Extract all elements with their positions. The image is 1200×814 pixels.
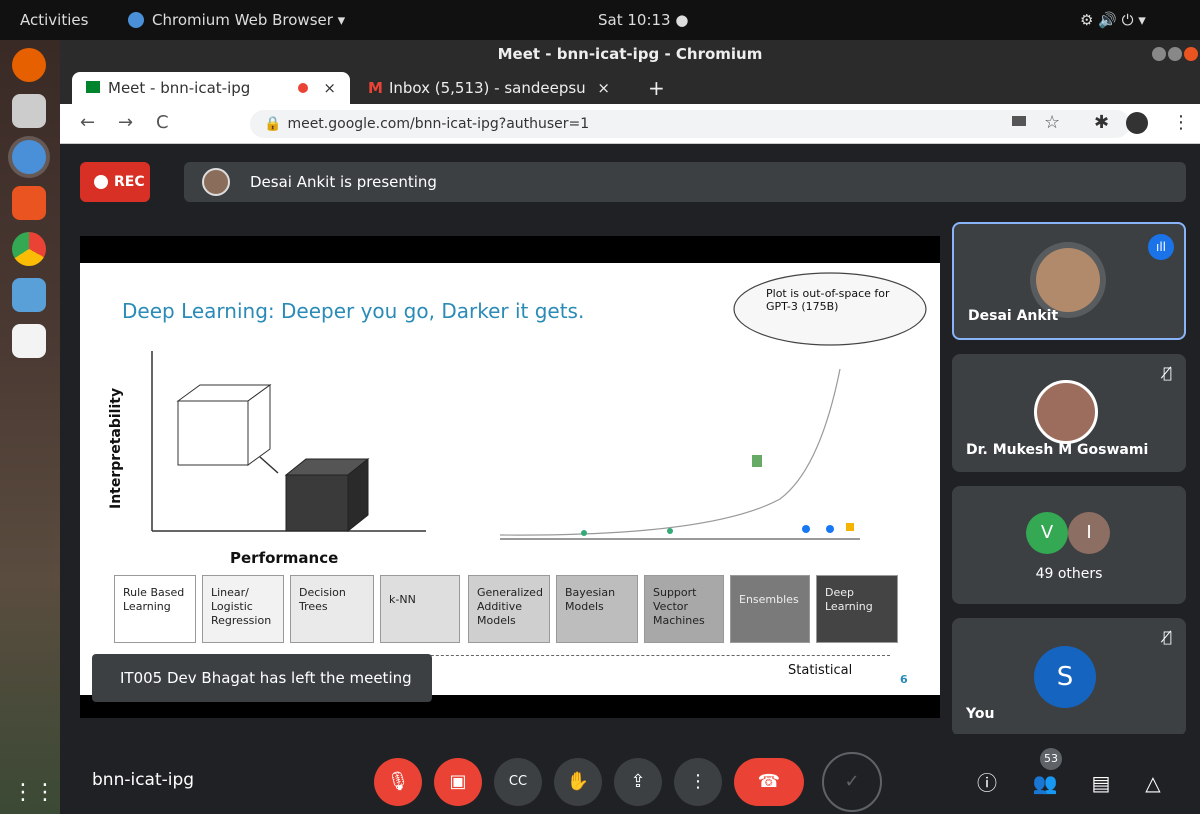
reload-icon[interactable]: C: [156, 112, 169, 133]
notification-toast: IT005 Dev Bhagat has left the meeting: [92, 654, 432, 702]
meeting-info-icon[interactable]: ⓘ: [972, 768, 1002, 798]
close-tab-icon[interactable]: ×: [323, 72, 336, 104]
chat-icon[interactable]: ▤: [1086, 768, 1116, 798]
model-cell: Support Vector Machines: [644, 575, 724, 643]
firefox-icon[interactable]: [12, 48, 46, 82]
model-cell: Bayesian Models: [556, 575, 638, 643]
you-avatar: S: [1034, 646, 1096, 708]
camera-indicator-icon[interactable]: [1012, 116, 1026, 126]
raise-hand-button[interactable]: ✋: [554, 758, 602, 806]
participant-tile-others[interactable]: V I 49 others: [952, 486, 1186, 604]
participants-count-badge: 53: [1040, 748, 1062, 770]
participant-tile-mukesh[interactable]: 🎙̸ Dr. Mukesh M Goswami: [952, 354, 1186, 472]
x-axis-label: Performance: [230, 549, 339, 567]
url-text: meet.google.com/bnn-icat-ipg?authuser=1: [287, 116, 590, 132]
lock-icon: 🔒: [264, 116, 282, 132]
meeting-code: bnn-icat-ipg: [92, 770, 195, 790]
app-menu[interactable]: Chromium Web Browser ▾: [152, 11, 345, 29]
model-cell: Rule Based Learning: [114, 575, 196, 643]
profile-icon[interactable]: [1126, 112, 1148, 134]
meet-favicon-icon: [86, 81, 100, 93]
meet-area: REC Desai Ankit is presenting Deep Learn…: [60, 144, 1200, 814]
others-count: 49 others: [1035, 566, 1103, 582]
window-title: Meet - bnn-icat-ipg - Chromium: [497, 45, 763, 63]
camera-toggle-button[interactable]: ▣: [434, 758, 482, 806]
chrome-icon[interactable]: [12, 232, 46, 266]
people-icon[interactable]: 👥: [1030, 768, 1060, 798]
model-size-plot: [499, 368, 860, 540]
mic-off-icon: 🎙̸: [1162, 364, 1172, 382]
tab-meet[interactable]: Meet - bnn-icat-ipg ×: [72, 72, 350, 104]
interpretability-axes: [151, 351, 426, 533]
bookmark-star-icon[interactable]: ☆: [1044, 112, 1060, 133]
back-icon[interactable]: ←: [80, 112, 95, 133]
tab-meet-label: Meet - bnn-icat-ipg: [108, 79, 251, 97]
maximize-icon[interactable]: [1168, 47, 1182, 61]
files-app-icon[interactable]: [12, 94, 46, 128]
participant-tile-you[interactable]: S 🎙̸ You: [952, 618, 1186, 736]
presenting-text: Desai Ankit is presenting: [250, 173, 437, 191]
tab-gmail-label: Inbox (5,513) - sandeepsu: [388, 79, 586, 97]
chromium-dock-icon[interactable]: [12, 140, 46, 174]
chromium-icon: [128, 12, 144, 28]
leave-call-button[interactable]: ☎: [734, 758, 804, 806]
cube-app-icon[interactable]: [12, 278, 46, 312]
model-cell: Generalized Additive Models: [468, 575, 550, 643]
gmail-favicon-icon: M: [368, 79, 383, 97]
more-options-button[interactable]: ⋮: [674, 758, 722, 806]
extensions-icon[interactable]: ✱: [1094, 112, 1109, 133]
activities-icon[interactable]: △: [1138, 768, 1168, 798]
presenting-banner: Desai Ankit is presenting: [184, 162, 1186, 202]
tab-gmail[interactable]: M Inbox (5,513) - sandeepsu ×: [354, 72, 624, 104]
activities-button[interactable]: Activities: [20, 11, 88, 29]
cloud-text: Plot is out-of-space for GPT-3 (175B): [766, 287, 890, 313]
y-axis-label: Interpretability: [108, 387, 124, 509]
recording-badge: REC: [80, 162, 150, 202]
presenter-avatar: [202, 168, 230, 196]
model-cell: Deep Learning: [816, 575, 898, 643]
statistical-label: Statistical: [788, 663, 853, 678]
model-cell: Linear/ Logistic Regression: [202, 575, 284, 643]
speaking-indicator-icon: ıll: [1148, 234, 1174, 260]
participant-avatar: [1036, 248, 1100, 312]
close-window-icon[interactable]: [1184, 47, 1198, 61]
slide-title: Deep Learning: Deeper you go, Darker it …: [122, 299, 585, 323]
close-tab-icon[interactable]: ×: [597, 72, 610, 104]
slide-page-number: 6: [900, 673, 908, 686]
model-cell: Ensembles: [730, 575, 810, 643]
model-cell: Decision Trees: [290, 575, 374, 643]
captions-button[interactable]: CC: [494, 758, 542, 806]
system-status-icons[interactable]: ⚙ 🔊 ⏻ ▾: [1080, 11, 1146, 29]
others-avatar-i: I: [1068, 512, 1110, 554]
screenshot-app-icon[interactable]: [12, 324, 46, 358]
participant-name: You: [966, 706, 995, 722]
address-bar[interactable]: 🔒 meet.google.com/bnn-icat-ipg?authuser=1: [250, 110, 1130, 138]
new-tab-icon[interactable]: +: [648, 72, 665, 104]
dock: ⋮⋮: [0, 40, 60, 814]
participant-avatar: [1034, 380, 1098, 444]
tab-strip: Meet - bnn-icat-ipg × M Inbox (5,513) - s…: [60, 68, 1200, 104]
model-cell: k-NN: [380, 575, 460, 643]
chrome-menu-icon[interactable]: ⋮: [1172, 112, 1190, 133]
clock[interactable]: Sat 10:13 ●: [598, 11, 688, 29]
window-title-bar: Meet - bnn-icat-ipg - Chromium: [60, 40, 1200, 68]
presentation-stage: Deep Learning: Deeper you go, Darker it …: [80, 236, 940, 718]
present-screen-button[interactable]: ⇪: [614, 758, 662, 806]
show-apps-grid-icon[interactable]: ⋮⋮: [12, 776, 56, 810]
recording-dot-icon: [298, 83, 308, 93]
participant-name: Desai Ankit: [968, 308, 1059, 324]
software-store-icon[interactable]: [12, 186, 46, 220]
others-avatar-v: V: [1026, 512, 1068, 554]
meeting-controls-bar: bnn-icat-ipg 🎙 ▣ CC ✋ ⇪ ⋮ ☎ ✓ ⓘ 👥 53 ▤ △: [60, 734, 1200, 814]
participant-tile-desai[interactable]: ıll Desai Ankit: [952, 222, 1186, 340]
check-button[interactable]: ✓: [822, 752, 882, 812]
minimize-icon[interactable]: [1152, 47, 1166, 61]
forward-icon[interactable]: →: [118, 112, 133, 133]
participant-name: Dr. Mukesh M Goswami: [966, 442, 1149, 458]
system-top-bar: Activities Chromium Web Browser ▾ Sat 10…: [0, 0, 1200, 40]
mic-toggle-button[interactable]: 🎙: [374, 758, 422, 806]
slide: Deep Learning: Deeper you go, Darker it …: [80, 263, 940, 695]
toolbar: ← → C 🔒 meet.google.com/bnn-icat-ipg?auth…: [60, 104, 1200, 144]
mic-off-icon: 🎙̸: [1162, 628, 1172, 646]
